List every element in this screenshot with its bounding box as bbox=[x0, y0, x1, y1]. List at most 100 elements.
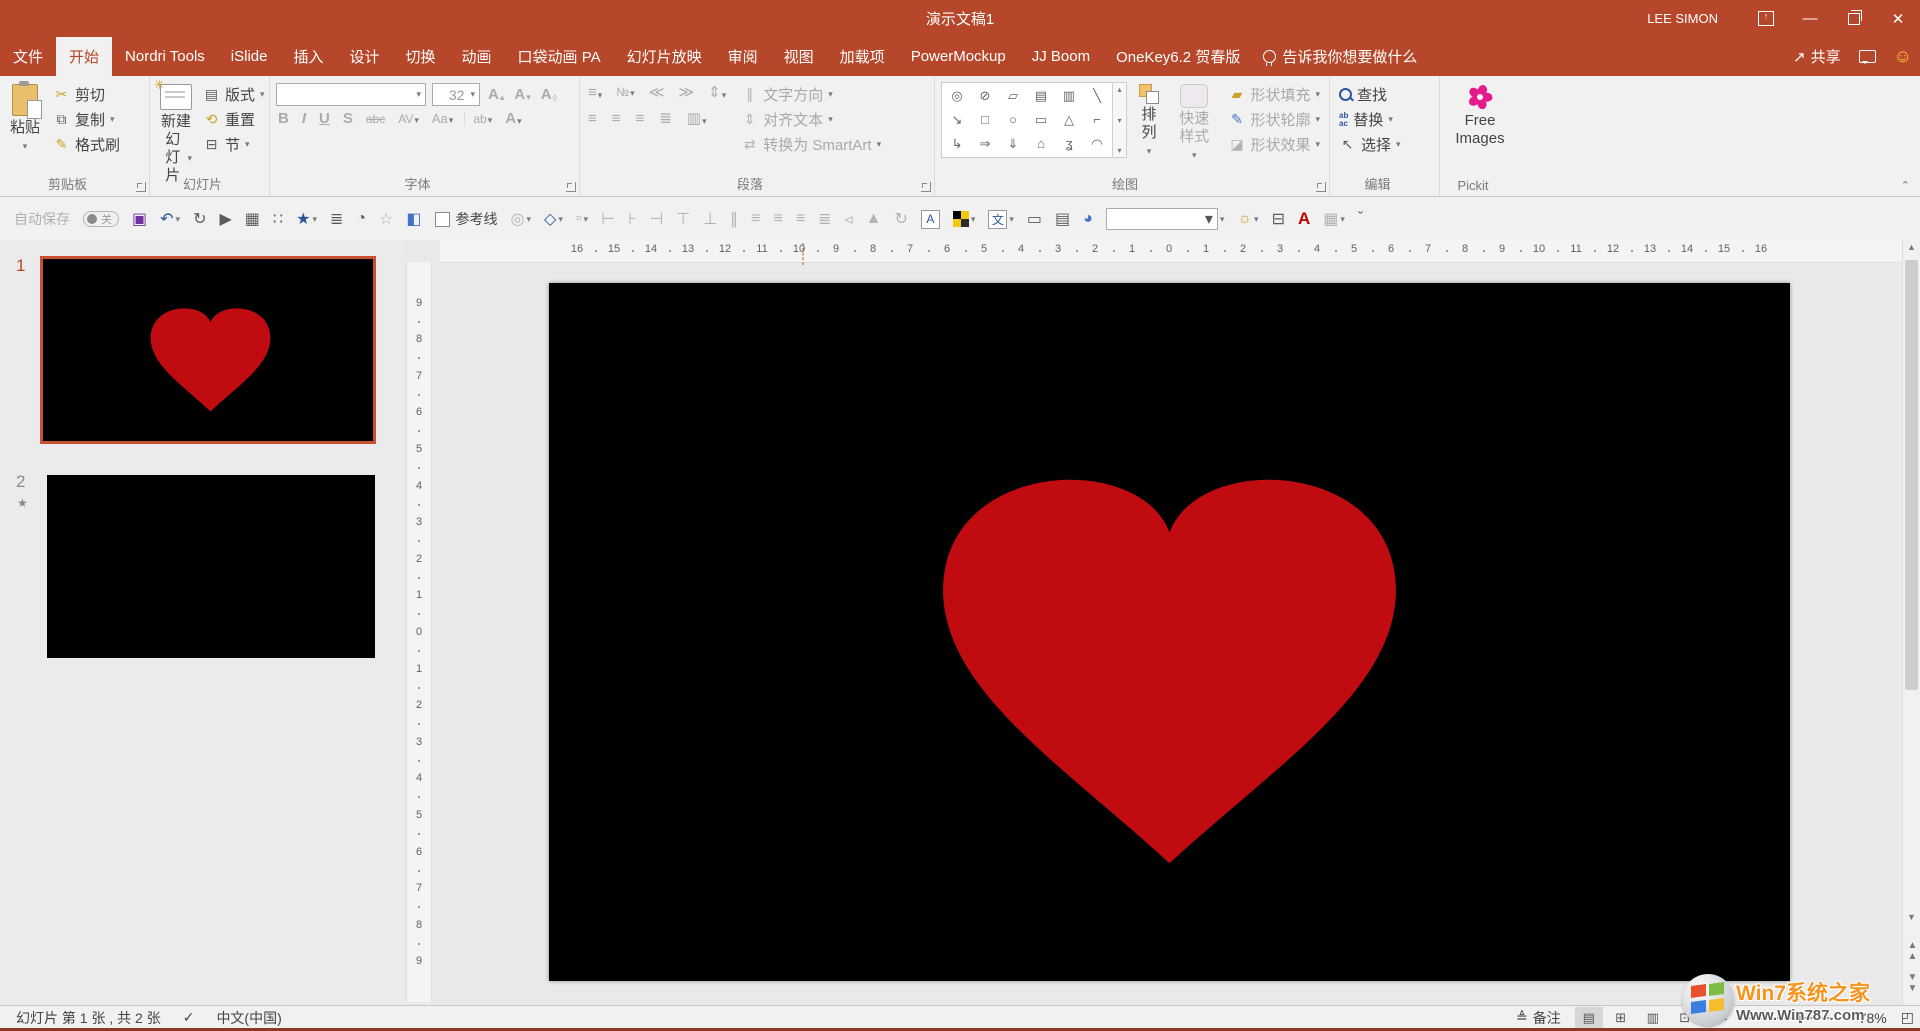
quick-styles-button[interactable]: 快速样式 ▾ bbox=[1171, 82, 1217, 166]
text-direction-button[interactable]: ∥文字方向▾ bbox=[738, 82, 884, 107]
spellcheck-icon[interactable]: ✓ bbox=[183, 1009, 195, 1026]
clear-formatting-button[interactable]: A◊ bbox=[539, 86, 559, 103]
flowchart-button[interactable]: ⊟ bbox=[1272, 209, 1285, 229]
grow-font-button[interactable]: A▴ bbox=[486, 86, 506, 103]
ribbon-display-options-button[interactable]: ↑ bbox=[1744, 0, 1788, 37]
selection-net-button[interactable]: ▫▾ bbox=[576, 210, 588, 228]
undo-button[interactable]: ↶▾ bbox=[160, 209, 180, 229]
paragraph-dialog-launcher[interactable] bbox=[921, 182, 931, 192]
shape-cell[interactable]: ⌂ bbox=[1030, 136, 1052, 152]
shape-cell[interactable]: △ bbox=[1058, 112, 1080, 128]
slide-thumbnail-pane[interactable]: 1 2 ★ bbox=[0, 240, 404, 1005]
character-spacing-button[interactable]: AV▾ bbox=[396, 112, 421, 126]
new-slide-button[interactable]: 新建 幻灯片▾ bbox=[156, 82, 196, 187]
shape-cell[interactable]: ▤ bbox=[1030, 88, 1052, 104]
tab-addins[interactable]: 加载项 bbox=[827, 37, 898, 76]
arrange-button[interactable]: 排列 ▾ bbox=[1135, 82, 1163, 166]
bold-button[interactable]: B bbox=[276, 110, 291, 127]
find-button[interactable]: 查找 bbox=[1336, 82, 1433, 107]
qat-more-button[interactable]: ˇ bbox=[1358, 210, 1363, 228]
tab-islide[interactable]: iSlide bbox=[218, 37, 281, 76]
justify-button[interactable]: ≣ bbox=[657, 109, 674, 127]
previous-slide-button[interactable]: ▲▲ bbox=[1903, 940, 1920, 962]
comments-icon[interactable] bbox=[1859, 50, 1876, 63]
notes-page-button[interactable]: ▤ bbox=[1055, 209, 1070, 229]
preview-star-button[interactable]: ☆ bbox=[379, 209, 393, 229]
scrollbar-thumb[interactable] bbox=[1905, 260, 1918, 690]
paste-button[interactable]: 粘贴 ▾ bbox=[6, 82, 44, 157]
tab-file[interactable]: 文件 bbox=[0, 37, 56, 76]
animation-pane-button[interactable]: ≣ bbox=[330, 209, 343, 229]
shape-cell[interactable]: ▱ bbox=[1002, 88, 1024, 104]
align-center-button[interactable]: ≡ bbox=[610, 110, 623, 127]
heart-shape[interactable] bbox=[918, 445, 1421, 873]
shape-cell[interactable]: ⇒ bbox=[974, 136, 996, 152]
shape-cell[interactable]: ⊘ bbox=[974, 88, 996, 104]
shape-cell[interactable]: ⌐ bbox=[1086, 112, 1108, 128]
shape-outline-button[interactable]: ✎形状轮廓▾ bbox=[1225, 107, 1323, 132]
tab-design[interactable]: 设计 bbox=[337, 37, 393, 76]
decrease-indent-button[interactable]: ≪ bbox=[647, 83, 667, 101]
tab-animations[interactable]: 动画 bbox=[449, 37, 505, 76]
tab-onekey[interactable]: OneKey6.2 贺春版 bbox=[1103, 37, 1253, 76]
tab-pocket-animation[interactable]: 口袋动画 PA bbox=[505, 37, 614, 76]
shape-effects-button[interactable]: ◪形状效果▾ bbox=[1225, 132, 1323, 157]
font-name-combo[interactable]: ▾ bbox=[276, 83, 426, 106]
autosave-toggle[interactable]: 关 bbox=[83, 211, 119, 227]
restore-button[interactable] bbox=[1832, 0, 1876, 37]
text-align-left-button[interactable]: ≡ bbox=[751, 210, 760, 228]
font-color-button[interactable]: A▾ bbox=[503, 110, 523, 127]
vertical-ruler[interactable]: 9876543210123456789 bbox=[406, 262, 432, 1002]
shapes-gallery[interactable]: ◎⊘▱▤▥╲↘□○▭△⌐↳⇒⇓⌂ʓ◠ bbox=[941, 82, 1113, 158]
smartart-button[interactable]: ⇄转换为 SmartArt▾ bbox=[738, 132, 884, 157]
wordart-button[interactable]: A bbox=[1298, 209, 1310, 229]
transition-timer-button[interactable]: ◔ bbox=[356, 210, 366, 228]
align-text-button[interactable]: ⇕对齐文本▾ bbox=[738, 107, 884, 132]
shape-fill-button[interactable]: ▰形状填充▾ bbox=[1225, 82, 1323, 107]
shape-cell[interactable]: ▭ bbox=[1030, 112, 1052, 128]
columns-button[interactable]: ▥▾ bbox=[685, 109, 709, 127]
save-button[interactable]: ▣ bbox=[132, 209, 147, 229]
theme-colors-button[interactable]: ▾ bbox=[953, 211, 976, 227]
tab-review[interactable]: 审阅 bbox=[715, 37, 771, 76]
style-combo[interactable]: ▾▾ bbox=[1106, 208, 1225, 230]
slide-thumbnail-2[interactable] bbox=[47, 475, 375, 658]
align-left-button[interactable]: ≡ bbox=[586, 110, 599, 127]
text-align-right-button[interactable]: ≡ bbox=[796, 210, 805, 228]
tab-nordri-tools[interactable]: Nordri Tools bbox=[112, 37, 218, 76]
align-left-objects-button[interactable]: ⊢ bbox=[601, 209, 615, 229]
free-images-button[interactable]: Free Images bbox=[1446, 82, 1514, 150]
tab-transitions[interactable]: 切换 bbox=[393, 37, 449, 76]
tab-insert[interactable]: 插入 bbox=[280, 37, 336, 76]
merge-shapes-button[interactable]: ◎▾ bbox=[511, 209, 532, 229]
share-button[interactable]: ↗ 共享 bbox=[1793, 46, 1841, 67]
close-button[interactable]: ✕ bbox=[1876, 0, 1920, 37]
view-sorter-button[interactable]: ⊞ bbox=[1607, 1007, 1635, 1028]
clipboard-dialog-launcher[interactable] bbox=[136, 182, 146, 192]
text-direction-box-button[interactable]: 文▾ bbox=[988, 210, 1014, 229]
tell-me-box[interactable]: 告诉我你想要做什么 bbox=[1253, 37, 1427, 76]
shape-cell[interactable]: ○ bbox=[1002, 112, 1024, 128]
animation-star-button[interactable]: ★▾ bbox=[296, 209, 317, 229]
vertical-scrollbar[interactable]: ▲ ▼ ▲▲ ▼▼ bbox=[1902, 240, 1920, 1005]
drawing-dialog-launcher[interactable] bbox=[1316, 182, 1326, 192]
shape-cell[interactable]: ↘ bbox=[946, 112, 968, 128]
style-combo[interactable]: ▾ bbox=[1106, 208, 1218, 230]
copy-button[interactable]: ⧉复制▾ bbox=[50, 107, 123, 132]
underline-button[interactable]: U bbox=[317, 110, 332, 127]
shape-cell[interactable]: ⇓ bbox=[1002, 136, 1024, 152]
highlight-color-button[interactable]: ab▾ bbox=[464, 112, 494, 126]
align-right-button[interactable]: ≡ bbox=[634, 110, 647, 127]
slide-counter[interactable]: 幻灯片 第 1 张 , 共 2 张 bbox=[16, 1008, 161, 1028]
replace-button[interactable]: abac替换▾ bbox=[1336, 107, 1433, 132]
slide-canvas[interactable] bbox=[549, 283, 1790, 981]
align-center-objects-button[interactable]: ⊦ bbox=[628, 209, 636, 229]
change-case-button[interactable]: Aa▾ bbox=[430, 111, 455, 126]
slide-sorter-button[interactable]: ▦ bbox=[245, 209, 260, 229]
justify-button[interactable]: ≣ bbox=[818, 209, 831, 229]
shape-cell[interactable]: ╲ bbox=[1086, 88, 1108, 104]
start-slideshow-button[interactable]: ▶ bbox=[219, 209, 231, 229]
font-dialog-launcher[interactable] bbox=[566, 182, 576, 192]
shape-cell[interactable]: □ bbox=[974, 112, 996, 128]
shape-cell[interactable]: ◎ bbox=[946, 88, 968, 104]
